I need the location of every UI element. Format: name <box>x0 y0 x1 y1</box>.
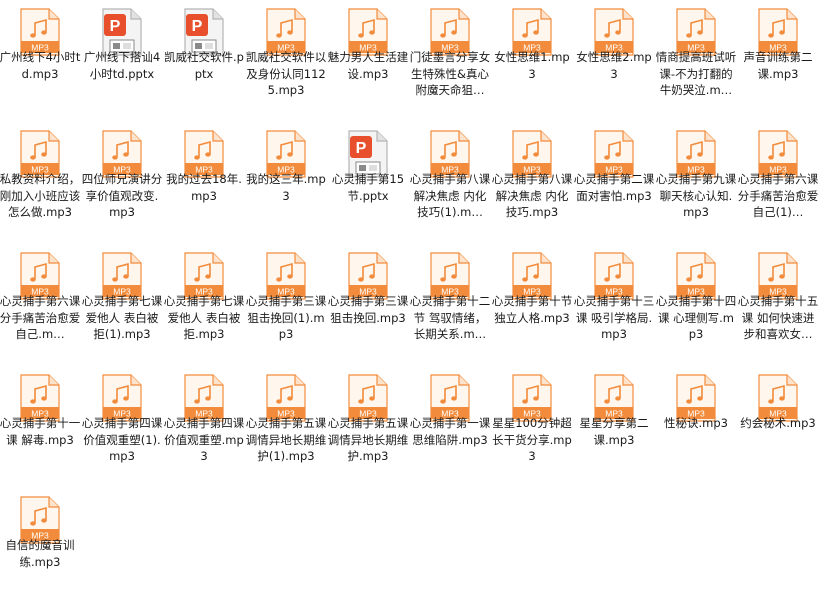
file-type-badge: P <box>110 18 121 35</box>
file-grid: MP3 广州线下4小时td.mp3 P 广州线下搭讪4小时td.pptx P 凯… <box>0 0 836 589</box>
file-item[interactable]: MP3 女性思维1.mp3 <box>491 0 573 120</box>
file-name-label: 心灵捕手第八课 解决焦虑 内化技巧.mp3 <box>491 172 573 219</box>
file-item[interactable]: MP3 自信的魔音训练.mp3 <box>0 488 81 608</box>
file-name-label: 魅力男人生活建设.mp3 <box>327 50 409 81</box>
file-item[interactable]: MP3 心灵捕手第十五课 如何快速进步和喜欢女… <box>737 244 819 364</box>
file-item[interactable]: MP3 凯威社交软件以及身份认同1125.mp3 <box>245 0 327 120</box>
file-item[interactable]: MP3 心灵捕手第十三课 吸引学格局.mp3 <box>573 244 655 364</box>
file-name-label: 心灵捕手第三课 狙击挽回.mp3 <box>327 294 409 325</box>
file-name-label: 心灵捕手第九课 聊天核心认知.mp3 <box>655 172 737 219</box>
file-item[interactable]: MP3 心灵捕手第六课 分手痛苦治愈爱自己(1)… <box>737 122 819 242</box>
file-name-label: 性秘诀.mp3 <box>664 416 728 430</box>
file-item[interactable]: MP3 星星分享第二课.mp3 <box>573 366 655 486</box>
file-item[interactable]: MP3 魅力男人生活建设.mp3 <box>327 0 409 120</box>
file-item[interactable]: MP3 心灵捕手第七课 爱他人 表白被拒(1).mp3 <box>81 244 163 364</box>
file-item[interactable]: P 广州线下搭讪4小时td.pptx <box>81 0 163 120</box>
file-name-label: 心灵捕手第十二节 驾驭情绪，长期关系.m… <box>409 294 491 341</box>
file-name-label: 心灵捕手第一课 思维陷阱.mp3 <box>409 416 491 447</box>
file-name-label: 我的过去18年.mp3 <box>166 172 242 203</box>
file-item[interactable]: MP3 心灵捕手第十四课 心理侧写.mp3 <box>655 244 737 364</box>
file-name-label: 心灵捕手第十四课 心理侧写.mp3 <box>655 294 737 341</box>
file-item[interactable]: MP3 心灵捕手第五课 调情异地长期维护.mp3 <box>327 366 409 486</box>
file-item[interactable]: MP3 心灵捕手第十二节 驾驭情绪，长期关系.m… <box>409 244 491 364</box>
file-item[interactable]: MP3 女性思维2.mp3 <box>573 0 655 120</box>
file-item[interactable]: MP3 情商提高班试听课-不为打翻的牛奶哭泣.m… <box>655 0 737 120</box>
file-item[interactable]: MP3 心灵捕手第三课 狙击挽回(1).mp3 <box>245 244 327 364</box>
file-name-label: 约会秘术.mp3 <box>740 416 816 430</box>
file-name-label: 声音训练第二课.mp3 <box>743 50 813 81</box>
file-item[interactable]: MP3 心灵捕手第一课 思维陷阱.mp3 <box>409 366 491 486</box>
file-name-label: 心灵捕手第十三课 吸引学格局.mp3 <box>573 294 655 341</box>
file-name-label: 心灵捕手第八课 解决焦虑 内化技巧(1).m… <box>409 172 491 219</box>
file-name-label: 我的这三年.mp3 <box>246 172 326 203</box>
file-name-label: 女性思维2.mp3 <box>576 50 652 81</box>
file-item[interactable]: P 凯威社交软件.pptx <box>163 0 245 120</box>
file-item[interactable]: MP3 门徒墨言分享女生特殊性&真心附魔天命狙… <box>409 0 491 120</box>
file-item[interactable]: MP3 约会秘术.mp3 <box>737 366 819 486</box>
file-name-label: 广州线下搭讪4小时td.pptx <box>83 50 161 81</box>
file-name-label: 心灵捕手第三课 狙击挽回(1).mp3 <box>245 294 327 341</box>
file-item[interactable]: MP3 性秘诀.mp3 <box>655 366 737 486</box>
file-item[interactable]: MP3 声音训练第二课.mp3 <box>737 0 819 120</box>
file-item[interactable]: MP3 我的过去18年.mp3 <box>163 122 245 242</box>
file-name-label: 心灵捕手第五课 调情异地长期维护(1).mp3 <box>245 416 327 463</box>
file-item[interactable]: MP3 心灵捕手第四课 价值观重塑(1).mp3 <box>81 366 163 486</box>
file-item[interactable]: MP3 四位师兄演讲分享价值观改变.mp3 <box>81 122 163 242</box>
file-name-label: 心灵捕手第五课 调情异地长期维护.mp3 <box>327 416 409 463</box>
file-name-label: 自信的魔音训练.mp3 <box>5 538 75 569</box>
file-item[interactable]: MP3 心灵捕手第三课 狙击挽回.mp3 <box>327 244 409 364</box>
file-name-label: 心灵捕手第六课 分手痛苦治愈爱自己.m… <box>0 294 81 341</box>
file-item[interactable]: MP3 我的这三年.mp3 <box>245 122 327 242</box>
file-name-label: 心灵捕手第15节.pptx <box>331 172 405 203</box>
file-item[interactable]: MP3 心灵捕手第九课 聊天核心认知.mp3 <box>655 122 737 242</box>
file-name-label: 私教资料介绍，刚加入小班应该怎么做.mp3 <box>0 172 81 219</box>
file-item[interactable]: P 心灵捕手第15节.pptx <box>327 122 409 242</box>
file-name-label: 心灵捕手第四课 价值观重塑.mp3 <box>163 416 245 463</box>
file-name-label: 心灵捕手第十五课 如何快速进步和喜欢女… <box>737 294 819 341</box>
file-item[interactable]: MP3 心灵捕手第十节 独立人格.mp3 <box>491 244 573 364</box>
file-item[interactable]: MP3 心灵捕手第二课 面对害怕.mp3 <box>573 122 655 242</box>
file-name-label: 四位师兄演讲分享价值观改变.mp3 <box>81 172 163 219</box>
file-name-label: 广州线下4小时td.mp3 <box>0 50 81 81</box>
file-name-label: 凯威社交软件.pptx <box>164 50 244 81</box>
file-name-label: 心灵捕手第六课 分手痛苦治愈爱自己(1)… <box>737 172 819 219</box>
file-name-label: 心灵捕手第七课 爱他人 表白被拒.mp3 <box>163 294 245 341</box>
file-item[interactable]: MP3 心灵捕手第八课 解决焦虑 内化技巧.mp3 <box>491 122 573 242</box>
file-item[interactable]: MP3 心灵捕手第十一课 解毒.mp3 <box>0 366 81 486</box>
file-type-badge: P <box>192 18 203 35</box>
file-name-label: 女性思维1.mp3 <box>494 50 570 81</box>
file-name-label: 心灵捕手第七课 爱他人 表白被拒(1).mp3 <box>81 294 163 341</box>
file-name-label: 心灵捕手第二课 面对害怕.mp3 <box>573 172 655 203</box>
file-item[interactable]: MP3 心灵捕手第四课 价值观重塑.mp3 <box>163 366 245 486</box>
file-type-badge: P <box>356 140 367 157</box>
file-item[interactable]: MP3 心灵捕手第六课 分手痛苦治愈爱自己.m… <box>0 244 81 364</box>
file-name-label: 门徒墨言分享女生特殊性&真心附魔天命狙… <box>409 50 491 97</box>
file-name-label: 心灵捕手第四课 价值观重塑(1).mp3 <box>81 416 163 463</box>
file-name-label: 星星100分钟超长干货分享.mp3 <box>492 416 572 463</box>
file-item[interactable]: MP3 心灵捕手第八课 解决焦虑 内化技巧(1).m… <box>409 122 491 242</box>
file-name-label: 心灵捕手第十节 独立人格.mp3 <box>491 294 573 325</box>
file-item[interactable]: MP3 心灵捕手第五课 调情异地长期维护(1).mp3 <box>245 366 327 486</box>
file-item[interactable]: MP3 私教资料介绍，刚加入小班应该怎么做.mp3 <box>0 122 81 242</box>
file-item[interactable]: MP3 广州线下4小时td.mp3 <box>0 0 81 120</box>
file-item[interactable]: MP3 心灵捕手第七课 爱他人 表白被拒.mp3 <box>163 244 245 364</box>
file-name-label: 凯威社交软件以及身份认同1125.mp3 <box>245 50 327 97</box>
file-item[interactable]: MP3 星星100分钟超长干货分享.mp3 <box>491 366 573 486</box>
file-name-label: 情商提高班试听课-不为打翻的牛奶哭泣.m… <box>655 50 737 97</box>
file-name-label: 心灵捕手第十一课 解毒.mp3 <box>0 416 81 447</box>
file-name-label: 星星分享第二课.mp3 <box>579 416 649 447</box>
